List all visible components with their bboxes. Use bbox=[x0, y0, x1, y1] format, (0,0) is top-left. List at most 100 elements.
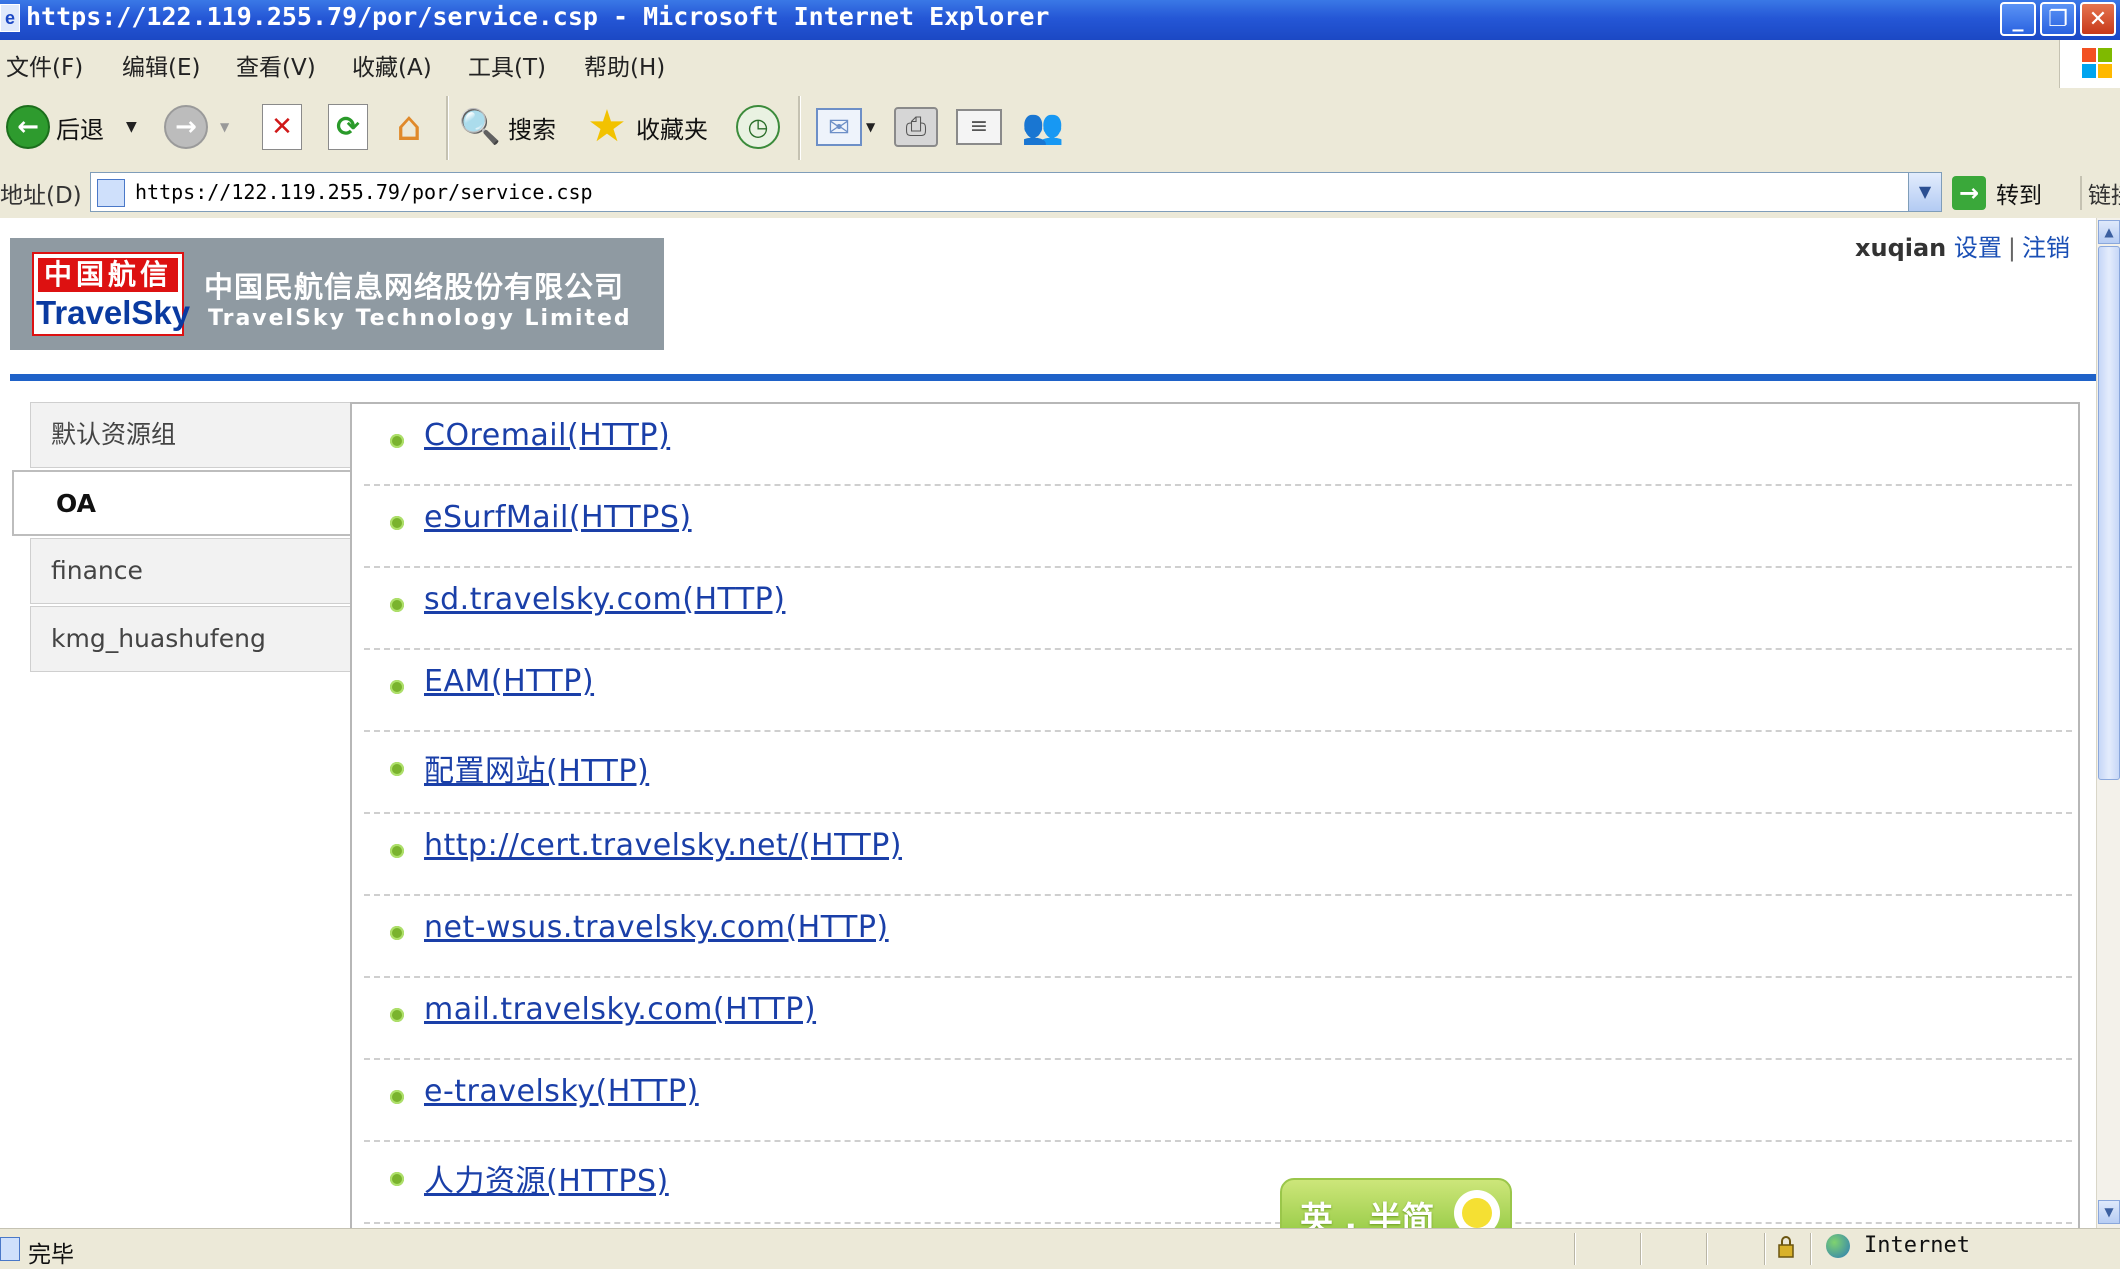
print-button[interactable]: ⎙ bbox=[894, 100, 938, 154]
username: xuqian bbox=[1855, 234, 1947, 262]
menu-file[interactable]: 文件(F) bbox=[6, 48, 83, 82]
page-icon bbox=[97, 179, 125, 207]
service-link[interactable]: EAM(HTTP) bbox=[424, 664, 594, 699]
mail-dropdown-icon[interactable]: ▼ bbox=[866, 120, 875, 134]
page-done-icon bbox=[0, 1237, 20, 1261]
bullet-icon bbox=[390, 598, 404, 612]
menu-tools[interactable]: 工具(T) bbox=[468, 48, 546, 82]
mail-button[interactable]: ✉ ▼ bbox=[816, 100, 875, 154]
service-link[interactable]: 人力资源(HTTPS) bbox=[424, 1156, 669, 1200]
service-link[interactable]: eSurfMail(HTTPS) bbox=[424, 500, 692, 535]
menu-favorites[interactable]: 收藏(A) bbox=[352, 48, 432, 82]
lock-icon bbox=[1778, 1236, 1794, 1258]
page-content: 中国航信 TravelSky 中国民航信息网络股份有限公司 TravelSky … bbox=[0, 218, 2096, 1228]
forward-dropdown-icon[interactable]: ▼ bbox=[220, 120, 229, 134]
home-icon: ⌂ bbox=[396, 104, 422, 150]
toolbar-separator bbox=[798, 96, 801, 160]
back-button[interactable]: ← 后退 ▼ bbox=[6, 100, 137, 154]
toolbar: ← 后退 ▼ → ▼ ✕ ⟳ ⌂ 🔍 搜索 ★ 收藏夹 ◷ ✉ ▼ ⎙ ≡ 👥 bbox=[0, 88, 2120, 169]
printer-icon: ⎙ bbox=[894, 107, 938, 147]
history-button[interactable]: ◷ bbox=[736, 100, 780, 154]
close-button[interactable]: ✕ bbox=[2080, 2, 2116, 36]
scroll-thumb[interactable] bbox=[2098, 246, 2120, 780]
forward-arrow-icon: → bbox=[164, 105, 208, 149]
search-button[interactable]: 🔍 搜索 bbox=[458, 100, 556, 154]
globe-icon bbox=[1826, 1233, 1850, 1258]
back-arrow-icon: ← bbox=[6, 105, 50, 149]
user-bar: xuqian 设置 | 注销 bbox=[1855, 228, 2070, 263]
messenger-button[interactable]: 👥 bbox=[1020, 100, 1066, 154]
service-link[interactable]: 配置网站(HTTP) bbox=[424, 746, 649, 790]
service-link[interactable]: http://cert.travelsky.net/(HTTP) bbox=[424, 828, 902, 863]
header-divider bbox=[10, 374, 2096, 381]
vertical-scrollbar[interactable]: ▲ ▼ bbox=[2096, 218, 2120, 1228]
group-tab-finance[interactable]: finance bbox=[30, 538, 352, 604]
star-icon: ★ bbox=[587, 101, 627, 152]
forward-button[interactable]: → ▼ bbox=[164, 100, 229, 154]
logo-en-text: TravelSky bbox=[36, 294, 191, 331]
window-title: https://122.119.255.79/por/service.csp -… bbox=[26, 2, 1050, 31]
go-button[interactable]: → 转到 bbox=[1952, 174, 2042, 212]
service-link[interactable]: sd.travelsky.com(HTTP) bbox=[424, 582, 785, 617]
company-name-en: TravelSky Technology Limited bbox=[208, 306, 632, 331]
service-link[interactable]: net-wsus.travelsky.com(HTTP) bbox=[424, 910, 889, 945]
service-item: http://cert.travelsky.net/(HTTP) bbox=[364, 814, 2072, 896]
links-button[interactable]: 链接 bbox=[2080, 176, 2120, 210]
service-item: mail.travelsky.com(HTTP) bbox=[364, 978, 2072, 1060]
service-item: 人力资源(HTTPS) bbox=[364, 1142, 2072, 1224]
service-item: 配置网站(HTTP) bbox=[364, 732, 2072, 814]
bullet-icon bbox=[390, 926, 404, 940]
service-list-panel: COremail(HTTP) eSurfMail(HTTPS) sd.trave… bbox=[350, 402, 2080, 1228]
scroll-up-icon[interactable]: ▲ bbox=[2098, 220, 2120, 244]
service-item: eSurfMail(HTTPS) bbox=[364, 486, 2072, 568]
search-icon: 🔍 bbox=[458, 107, 502, 147]
home-button[interactable]: ⌂ bbox=[386, 100, 432, 154]
logout-link[interactable]: 注销 bbox=[2022, 234, 2070, 262]
service-link[interactable]: mail.travelsky.com(HTTP) bbox=[424, 992, 816, 1027]
status-cell bbox=[1810, 1233, 1812, 1265]
group-tab-default[interactable]: 默认资源组 bbox=[30, 402, 352, 468]
maximize-button[interactable]: ❐ bbox=[2040, 2, 2076, 36]
service-item: EAM(HTTP) bbox=[364, 650, 2072, 732]
company-name-cn: 中国民航信息网络股份有限公司 bbox=[204, 270, 625, 304]
favorites-button[interactable]: ★ 收藏夹 bbox=[584, 100, 708, 154]
service-link[interactable]: e-travelsky(HTTP) bbox=[424, 1074, 699, 1109]
group-tab-oa[interactable]: OA bbox=[12, 470, 354, 536]
travelsky-logo: 中国航信 TravelSky 中国民航信息网络股份有限公司 TravelSky … bbox=[10, 238, 664, 350]
zone-label: Internet bbox=[1864, 1233, 1970, 1258]
go-label: 转到 bbox=[1996, 183, 2042, 209]
scroll-down-icon[interactable]: ▼ bbox=[2098, 1200, 2120, 1224]
mail-icon: ✉ bbox=[816, 108, 862, 146]
bullet-icon bbox=[390, 1008, 404, 1022]
bullet-icon bbox=[390, 1090, 404, 1104]
service-link[interactable]: COremail(HTTP) bbox=[424, 418, 670, 453]
service-item: net-wsus.travelsky.com(HTTP) bbox=[364, 896, 2072, 978]
settings-link[interactable]: 设置 bbox=[1954, 234, 2002, 262]
address-input[interactable] bbox=[135, 177, 1875, 207]
title-bar: e https://122.119.255.79/por/service.csp… bbox=[0, 0, 2120, 40]
edit-button[interactable]: ≡ bbox=[956, 100, 1002, 154]
minimize-button[interactable]: _ bbox=[2000, 2, 2036, 36]
status-cell bbox=[1706, 1233, 1708, 1265]
address-box: ▼ bbox=[90, 172, 1942, 212]
go-arrow-icon: → bbox=[1952, 176, 1986, 210]
address-dropdown-icon[interactable]: ▼ bbox=[1908, 173, 1941, 211]
status-cell bbox=[1640, 1233, 1642, 1265]
ie-page-icon: e bbox=[0, 4, 20, 32]
menu-edit[interactable]: 编辑(E) bbox=[122, 48, 200, 82]
history-clock-icon: ◷ bbox=[736, 105, 780, 149]
stop-button[interactable]: ✕ bbox=[262, 100, 302, 154]
windows-logo-icon bbox=[2059, 40, 2120, 88]
stop-icon: ✕ bbox=[262, 104, 302, 150]
menu-view[interactable]: 查看(V) bbox=[236, 48, 316, 82]
back-label: 后退 bbox=[56, 115, 104, 144]
menu-help[interactable]: 帮助(H) bbox=[584, 48, 665, 82]
refresh-button[interactable]: ⟳ bbox=[328, 100, 368, 154]
messenger-users-icon: 👥 bbox=[1021, 107, 1065, 147]
status-bar: 完毕 Internet bbox=[0, 1228, 2120, 1269]
bullet-icon bbox=[390, 434, 404, 448]
back-dropdown-icon[interactable]: ▼ bbox=[126, 119, 137, 135]
address-label: 地址(D) bbox=[0, 183, 82, 209]
group-tab-kmg-huashufeng[interactable]: kmg_huashufeng bbox=[30, 606, 352, 672]
search-label: 搜索 bbox=[508, 115, 556, 144]
